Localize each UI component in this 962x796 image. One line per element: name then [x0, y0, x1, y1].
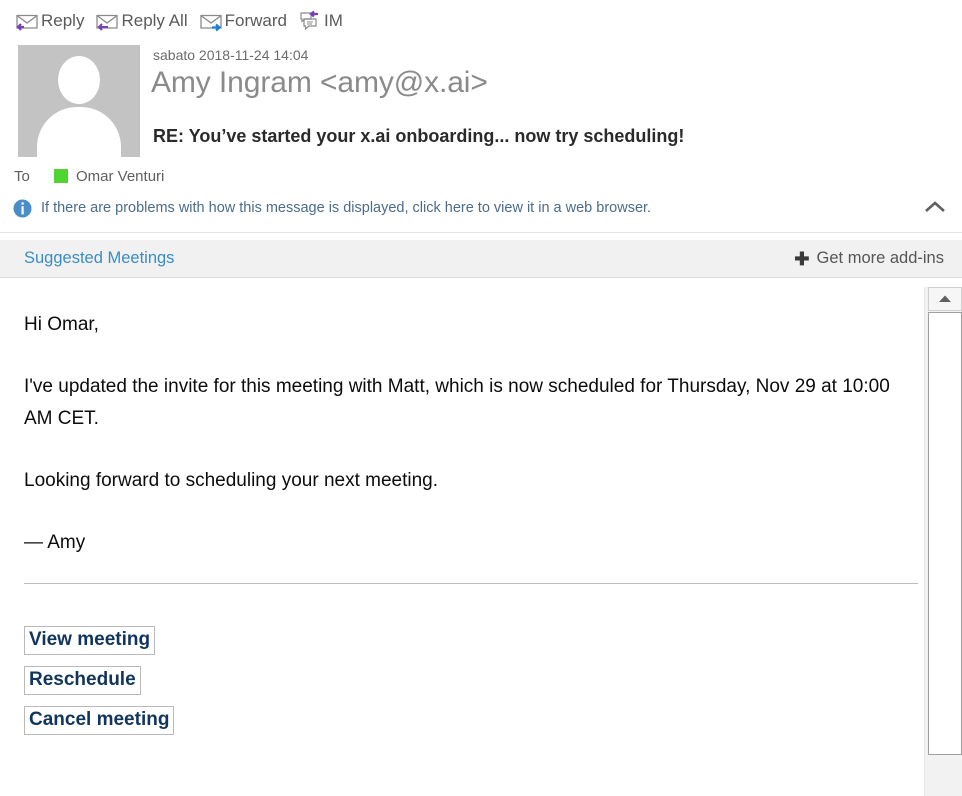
action-link-row: Reschedule	[24, 666, 904, 706]
forward-label: Forward	[224, 11, 287, 30]
action-link-row: View meeting	[24, 626, 904, 666]
body-signature: — Amy	[24, 532, 86, 553]
im-label: IM	[323, 11, 343, 30]
addins-bar: Suggested Meetings ✚ Get more add-ins	[0, 240, 962, 278]
avatar-body-shape	[37, 107, 121, 157]
message-subject: RE: You’ve started your x.ai onboarding.…	[153, 126, 685, 146]
reply-label: Reply	[41, 11, 85, 30]
body-horizontal-rule	[24, 583, 918, 584]
person-placeholder-avatar[interactable]	[18, 45, 140, 157]
reply-all-envelope-icon	[94, 10, 120, 32]
email-reading-pane: Reply Reply All Forward IM sabato 2018-1…	[0, 0, 962, 796]
reschedule-link[interactable]: Reschedule	[24, 666, 141, 695]
recipient-name[interactable]: Omar Venturi	[76, 168, 164, 185]
view-meeting-link[interactable]: View meeting	[24, 626, 156, 655]
scroll-up-button[interactable]	[928, 287, 962, 311]
info-circle-icon	[13, 199, 32, 218]
avatar-head-shape	[58, 56, 100, 104]
instant-message-icon	[297, 10, 323, 32]
message-body-pane: Hi Omar, I've updated the invite for thi…	[0, 287, 924, 796]
im-button[interactable]: IM	[297, 6, 343, 36]
scrollbar-thumb[interactable]	[928, 312, 962, 755]
header-divider	[0, 232, 962, 233]
chevron-up-icon	[924, 200, 946, 219]
message-timestamp: sabato 2018-11-24 14:04	[153, 47, 309, 63]
presence-status-indicator	[54, 169, 68, 183]
cancel-meeting-link[interactable]: Cancel meeting	[24, 706, 175, 735]
action-link-list: View meeting Reschedule Cancel meeting	[24, 626, 904, 746]
body-scrollbar[interactable]	[924, 287, 962, 796]
forward-button[interactable]: Forward	[198, 6, 287, 36]
info-bar[interactable]: If there are problems with how this mess…	[0, 192, 962, 224]
body-greeting: Hi Omar,	[24, 314, 99, 335]
body-paragraph-1: I've updated the invite for this meeting…	[24, 376, 890, 429]
message-header: sabato 2018-11-24 14:04 Amy Ingram <amy@…	[0, 42, 962, 166]
to-label: To	[14, 167, 30, 185]
forward-envelope-icon	[198, 10, 224, 32]
plus-icon: ✚	[794, 248, 810, 269]
get-more-addins-button[interactable]: ✚ Get more add-ins	[794, 249, 944, 268]
reply-envelope-icon	[14, 10, 40, 32]
body-paragraph-2: Looking forward to scheduling your next …	[24, 470, 439, 491]
message-toolbar: Reply Reply All Forward IM	[0, 0, 962, 42]
get-more-addins-label: Get more add-ins	[816, 249, 944, 267]
collapse-header-button[interactable]	[918, 196, 952, 222]
reply-button[interactable]: Reply	[14, 6, 84, 36]
recipient-row: To Omar Venturi	[0, 162, 962, 190]
action-link-row: Cancel meeting	[24, 706, 904, 746]
reply-all-label: Reply All	[121, 11, 188, 30]
reply-all-button[interactable]: Reply All	[94, 6, 188, 36]
sender-name-address[interactable]: Amy Ingram <amy@x.ai>	[151, 66, 488, 100]
scroll-up-arrow-icon	[938, 290, 952, 308]
addin-suggested-meetings[interactable]: Suggested Meetings	[24, 249, 174, 268]
info-bar-text: If there are problems with how this mess…	[41, 200, 652, 216]
